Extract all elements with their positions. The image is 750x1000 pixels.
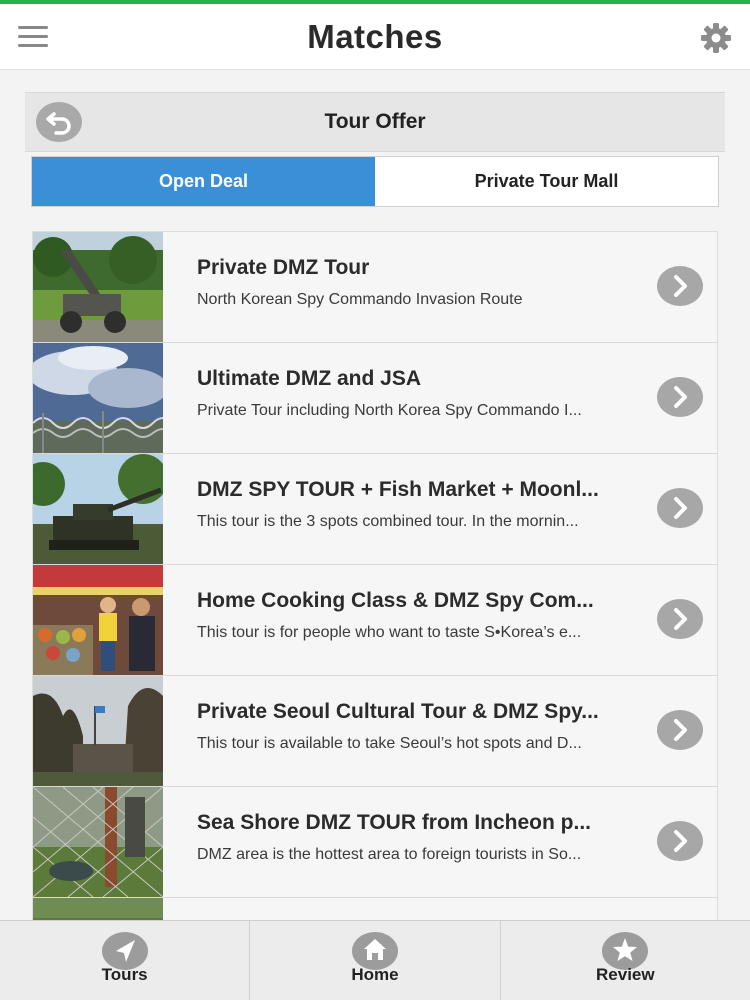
chevron-right-icon[interactable]	[657, 266, 703, 306]
tour-thumbnail	[33, 454, 163, 564]
tour-offer-header: Tour Offer	[25, 92, 725, 152]
tour-thumbnail	[33, 676, 163, 786]
chevron-right-icon[interactable]	[657, 821, 703, 861]
tour-title: Private DMZ Tour	[197, 256, 370, 279]
chevron-right-icon[interactable]	[657, 599, 703, 639]
chevron-right-icon[interactable]	[657, 488, 703, 528]
bottom-navigation: Tours Home Review	[0, 920, 750, 1000]
tour-description: DMZ area is the hottest area to foreign …	[197, 846, 582, 863]
tour-thumbnail	[33, 898, 163, 921]
tour-title: Ultimate DMZ and JSA	[197, 367, 422, 390]
tour-list-item[interactable]: Sea Shore DMZ TOUR from Incheon p... DMZ…	[33, 787, 717, 898]
tour-description: North Korean Spy Commando Invasion Route	[197, 291, 523, 308]
gear-icon[interactable]	[700, 22, 732, 54]
tour-list-item[interactable]: Ultimate DMZ and JSA Private Tour includ…	[33, 343, 717, 454]
tour-list-item[interactable]: Private DMZ Tour North Korean Spy Comman…	[33, 232, 717, 343]
tab-bar: Open Deal Private Tour Mall	[31, 156, 719, 207]
chevron-right-icon[interactable]	[657, 377, 703, 417]
tour-thumbnail	[33, 787, 163, 897]
tab-private-tour-mall[interactable]: Private Tour Mall	[375, 157, 718, 206]
nav-label: Home	[351, 965, 399, 984]
tour-thumbnail	[33, 565, 163, 675]
tour-title: Home Cooking Class & DMZ Spy Com...	[197, 589, 594, 612]
tour-list-item[interactable]: DMZ SPY TOUR + Fish Market + Moonl... Th…	[33, 454, 717, 565]
chevron-right-icon[interactable]	[657, 710, 703, 750]
tab-open-deal[interactable]: Open Deal	[32, 157, 375, 206]
nav-review[interactable]: Review	[501, 921, 750, 1000]
nav-label: Tours	[101, 965, 148, 984]
tour-list: Private DMZ Tour North Korean Spy Comman…	[32, 231, 718, 921]
panel-title: Tour Offer	[324, 110, 426, 133]
tour-description: This tour is for people who want to tast…	[197, 624, 582, 641]
tour-title: DMZ SPY TOUR + Fish Market + Moonl...	[197, 478, 599, 501]
tour-description: This tour is available to take Seoul’s h…	[197, 735, 582, 752]
nav-label: Review	[596, 965, 655, 984]
tour-list-item[interactable]: Private Seoul Cultural Tour & DMZ Spy...…	[33, 676, 717, 787]
tour-list-item-partial[interactable]	[33, 898, 717, 921]
tour-description: This tour is the 3 spots combined tour. …	[197, 513, 579, 530]
tour-title: Sea Shore DMZ TOUR from Incheon p...	[197, 811, 591, 834]
tour-thumbnail	[33, 343, 163, 453]
app-header: Matches	[0, 4, 750, 70]
page-title: Matches	[307, 18, 443, 55]
tour-thumbnail	[33, 232, 163, 342]
tour-description: Private Tour including North Korea Spy C…	[197, 402, 582, 419]
tour-list-item[interactable]: Home Cooking Class & DMZ Spy Com... This…	[33, 565, 717, 676]
nav-tours[interactable]: Tours	[0, 921, 251, 1000]
tour-title: Private Seoul Cultural Tour & DMZ Spy...	[197, 700, 599, 723]
nav-home[interactable]: Home	[250, 921, 501, 1000]
